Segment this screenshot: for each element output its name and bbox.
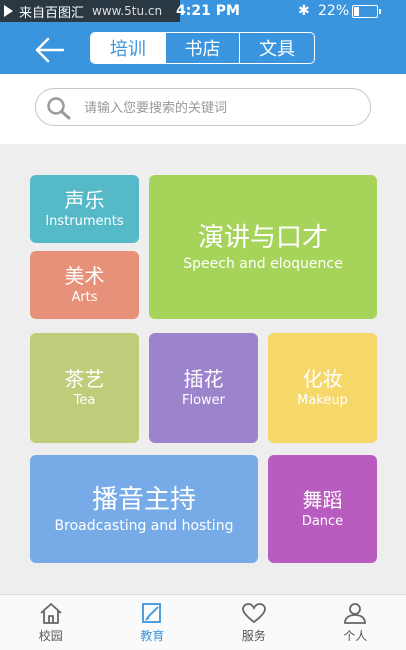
tab-label: 个人 <box>343 629 368 643</box>
category-arts[interactable]: 美术 Arts <box>30 251 139 319</box>
category-instruments[interactable]: 声乐 Instruments <box>30 175 139 243</box>
category-title: 演讲与口才 <box>197 223 328 253</box>
category-subtitle: Dance <box>301 514 344 529</box>
search-area <box>0 74 406 144</box>
category-subtitle: Flower <box>181 393 226 408</box>
person-icon <box>344 603 367 624</box>
search-input[interactable] <box>82 89 366 127</box>
category-subtitle: Tea <box>73 393 96 408</box>
category-title: 声乐 <box>64 188 105 212</box>
status-time: 4:21 PM <box>176 3 240 19</box>
category-flower[interactable]: 插花 Flower <box>149 333 258 443</box>
category-dance[interactable]: 舞蹈 Dance <box>268 455 377 563</box>
play-icon <box>4 5 13 17</box>
category-makeup[interactable]: 化妆 Makeup <box>268 333 377 443</box>
tab-label: 教育 <box>140 629 165 643</box>
battery-icon <box>352 5 381 18</box>
watermark-text: 来自百图汇 <box>19 5 85 21</box>
tab-service[interactable]: 服务 <box>203 595 305 650</box>
segment-control: 培训 书店 文具 <box>90 32 315 64</box>
search-box[interactable] <box>35 88 371 127</box>
watermark-site: www.5tu.cn <box>92 4 163 18</box>
category-title: 播音主持 <box>91 485 196 515</box>
category-subtitle: Makeup <box>297 393 348 408</box>
category-title: 化妆 <box>302 367 343 391</box>
tab-training[interactable]: 培训 <box>91 33 165 63</box>
category-subtitle: Arts <box>71 290 98 305</box>
bluetooth-icon: ✱ <box>298 3 310 19</box>
category-title: 茶艺 <box>64 367 105 391</box>
header-bar: 来自百图汇 www.5tu.cn 4:21 PM ✱ 22% 培训 书店 文具 <box>0 0 406 74</box>
category-broadcasting[interactable]: 播音主持 Broadcasting and hosting <box>30 455 258 563</box>
category-title: 美术 <box>64 264 105 288</box>
category-subtitle: Broadcasting and hosting <box>54 518 234 534</box>
tab-bookstore[interactable]: 书店 <box>164 33 240 63</box>
edit-icon <box>142 603 162 623</box>
tab-campus[interactable]: 校园 <box>0 595 102 650</box>
tab-label: 服务 <box>241 629 266 643</box>
battery-percent: 22% <box>318 3 350 19</box>
tab-personal[interactable]: 个人 <box>305 595 406 650</box>
watermark: 来自百图汇 www.5tu.cn <box>0 0 180 22</box>
search-icon <box>47 97 71 120</box>
category-subtitle: Instruments <box>45 214 124 229</box>
bottom-tab-bar: 校园 教育 服务 个人 <box>0 594 406 650</box>
category-tea[interactable]: 茶艺 Tea <box>30 333 139 443</box>
tab-label: 校园 <box>38 629 63 643</box>
home-icon <box>40 603 62 624</box>
category-title: 插花 <box>183 367 224 391</box>
category-title: 舞蹈 <box>302 488 343 512</box>
category-subtitle: Speech and eloquence <box>183 256 343 272</box>
category-speech[interactable]: 演讲与口才 Speech and eloquence <box>149 175 377 319</box>
tab-education[interactable]: 教育 <box>102 595 204 650</box>
arrow-left-icon[interactable] <box>34 36 66 64</box>
heart-icon <box>241 603 266 624</box>
status-bar: 来自百图汇 www.5tu.cn 4:21 PM ✱ 22% <box>0 0 406 22</box>
tab-stationery[interactable]: 文具 <box>239 33 314 63</box>
